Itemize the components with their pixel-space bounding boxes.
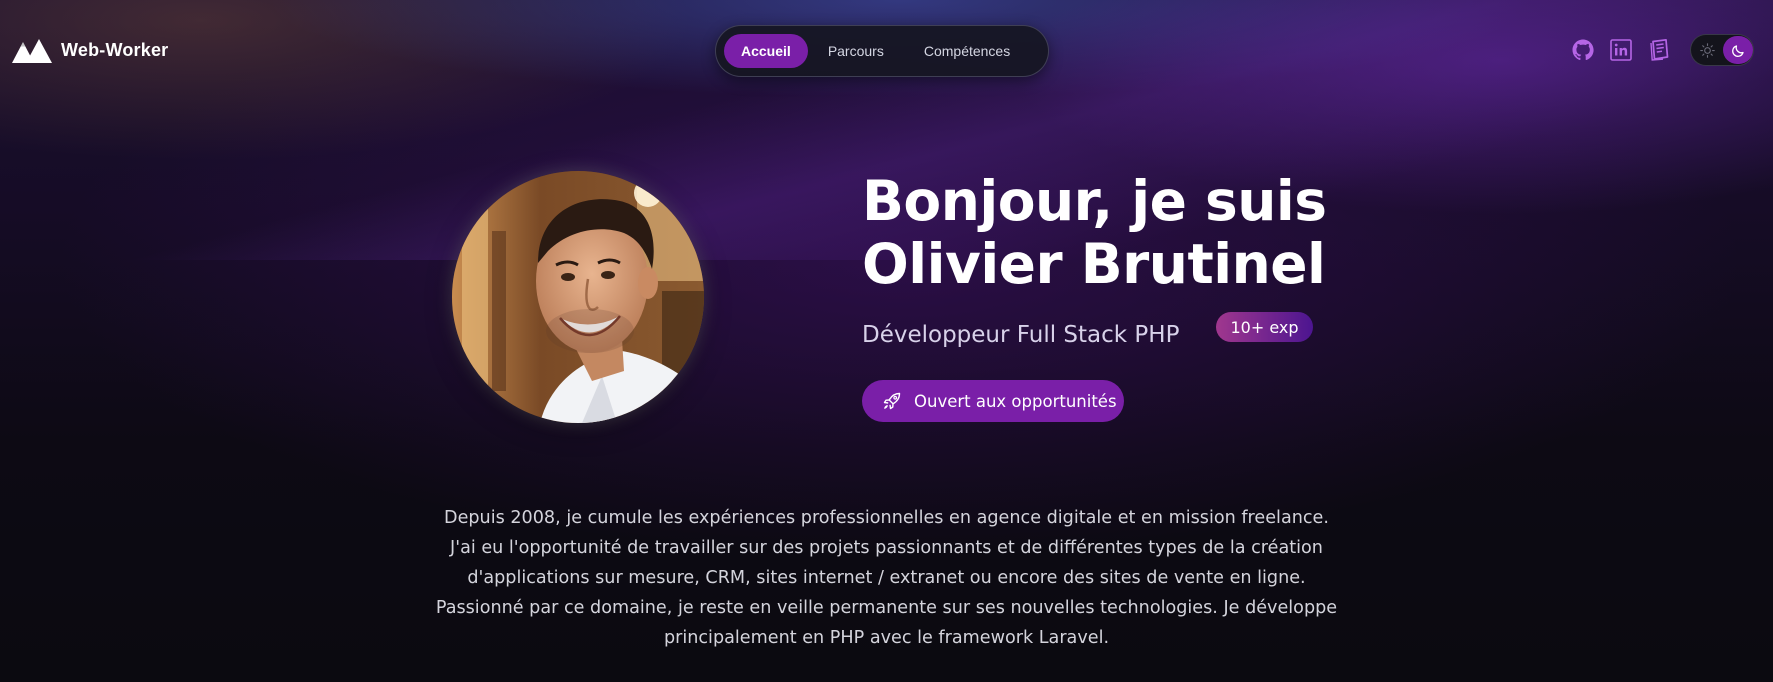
about-paragraph: Depuis 2008, je cumule les expériences p… [420, 503, 1353, 653]
profile-photo [452, 171, 704, 423]
hero-title-line1: Bonjour, je suis [862, 169, 1327, 233]
github-icon [1572, 39, 1594, 61]
rocket-icon [883, 392, 901, 410]
job-title: Développeur Full Stack PHP [862, 322, 1180, 348]
linkedin-icon [1610, 39, 1632, 61]
nav-item-parcours[interactable]: Parcours [808, 34, 904, 68]
portrait-image [452, 171, 704, 423]
nav-item-competences[interactable]: Compétences [904, 34, 1030, 68]
sun-icon [1700, 43, 1715, 58]
about-line: Depuis 2008, je cumule les expériences p… [444, 508, 1329, 528]
cta-label: Ouvert aux opportunités [914, 391, 1117, 411]
open-to-opportunities-button[interactable]: Ouvert aux opportunités [862, 380, 1124, 422]
about-line: Passionné par ce domaine, je reste en ve… [435, 598, 1338, 618]
about-line: d'applications sur mesure, CRM, sites in… [467, 568, 1306, 588]
github-link[interactable] [1570, 37, 1596, 63]
theme-toggle[interactable] [1690, 34, 1754, 66]
moon-icon [1731, 44, 1744, 57]
linkedin-link[interactable] [1608, 37, 1634, 63]
notebook-icon [1650, 38, 1669, 61]
page: Web-Worker Accueil Parcours Compétences [0, 0, 1773, 682]
nav-item-accueil[interactable]: Accueil [724, 34, 808, 68]
brand-name: Web-Worker [61, 39, 169, 60]
experience-badge: 10+ exp [1216, 312, 1313, 342]
toggle-knob [1723, 36, 1753, 64]
hero-title-line2: Olivier Brutinel [862, 232, 1326, 296]
brand-logo[interactable]: Web-Worker [12, 37, 168, 63]
about-line: principalement en PHP avec le framework … [663, 628, 1110, 648]
main-nav: Accueil Parcours Compétences [715, 25, 1049, 77]
about-line: J'ai eu l'opportunité de travailler sur … [450, 538, 1323, 558]
mountain-logo-icon [12, 39, 52, 63]
hero-title: Bonjour, je suis Olivier Brutinel [862, 170, 1482, 296]
notebook-link[interactable] [1646, 37, 1672, 63]
